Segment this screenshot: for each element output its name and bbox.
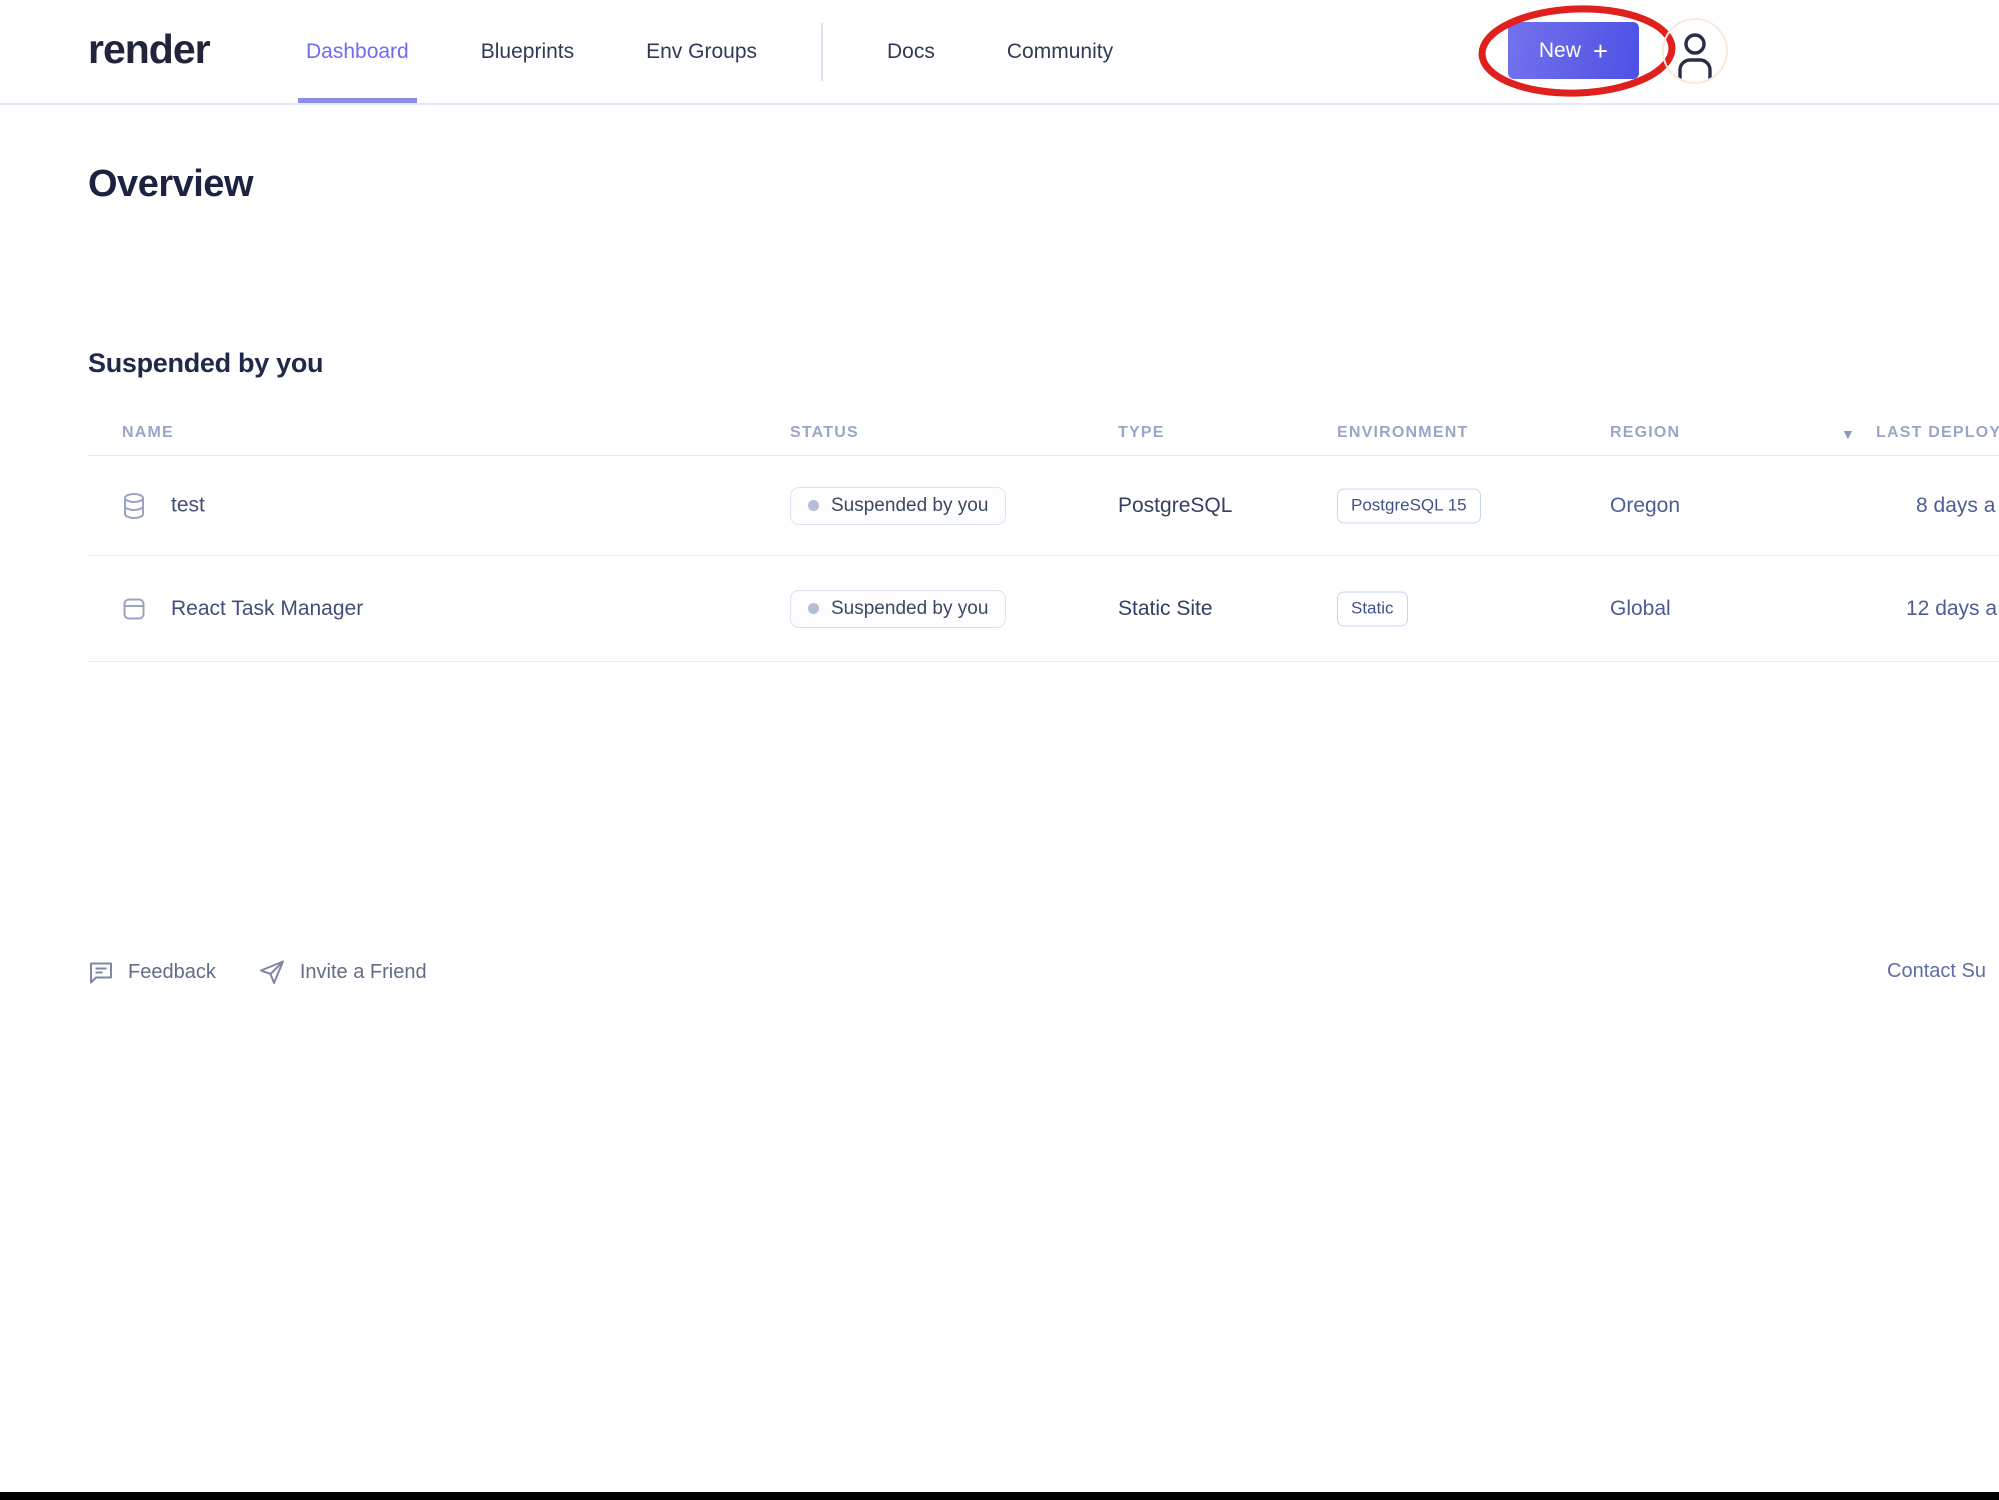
column-header-region: REGION xyxy=(1610,424,1680,442)
environment-badge: PostgreSQL 15 xyxy=(1337,488,1481,523)
status-badge: Suspended by you xyxy=(790,590,1006,628)
user-avatar[interactable] xyxy=(1662,18,1728,84)
column-header-status: STATUS xyxy=(790,424,859,442)
service-region: Global xyxy=(1610,597,1671,621)
nav-item-dashboard[interactable]: Dashboard xyxy=(298,0,417,103)
feedback-bubble-icon xyxy=(88,960,114,985)
column-header-last-deploy[interactable]: LAST DEPLOY xyxy=(1876,424,1999,442)
invite-label: Invite a Friend xyxy=(300,961,427,984)
feedback-label: Feedback xyxy=(128,961,216,984)
column-header-type: TYPE xyxy=(1118,424,1165,442)
new-button-label: New xyxy=(1539,39,1581,63)
main-nav: Dashboard Blueprints Env Groups Docs Com… xyxy=(298,0,1121,103)
plus-icon: + xyxy=(1593,38,1608,64)
environment-badge: Static xyxy=(1337,591,1408,626)
column-header-name: NAME xyxy=(122,424,174,442)
service-type: PostgreSQL xyxy=(1118,494,1232,518)
last-deploy: 12 days a xyxy=(1906,597,1997,621)
render-dashboard: render Dashboard Blueprints Env Groups D… xyxy=(0,0,1999,1500)
top-navbar: render Dashboard Blueprints Env Groups D… xyxy=(0,0,1999,105)
contact-support-link[interactable]: Contact Su xyxy=(1887,960,1986,983)
service-name[interactable]: test xyxy=(171,494,205,518)
table-row[interactable]: React Task Manager Suspended by you Stat… xyxy=(88,556,1999,662)
services-table: NAME STATUS TYPE ENVIRONMENT REGION ▼ LA… xyxy=(88,410,1999,662)
footer-links: Feedback Invite a Friend xyxy=(88,948,427,996)
service-type: Static Site xyxy=(1118,597,1213,621)
status-label: Suspended by you xyxy=(831,495,988,517)
section-title: Suspended by you xyxy=(88,348,323,379)
paper-plane-icon xyxy=(258,958,286,986)
status-dot-icon xyxy=(808,500,819,511)
service-region: Oregon xyxy=(1610,494,1680,518)
nav-item-blueprints[interactable]: Blueprints xyxy=(473,0,582,103)
status-label: Suspended by you xyxy=(831,598,988,620)
table-row[interactable]: test Suspended by you PostgreSQL Postgre… xyxy=(88,456,1999,556)
service-name[interactable]: React Task Manager xyxy=(171,597,363,621)
new-button[interactable]: New + xyxy=(1508,22,1639,79)
invite-friend-link[interactable]: Invite a Friend xyxy=(258,958,427,986)
nav-divider xyxy=(821,23,823,81)
nav-item-community[interactable]: Community xyxy=(999,0,1121,103)
status-dot-icon xyxy=(808,603,819,614)
nav-item-env-groups[interactable]: Env Groups xyxy=(638,0,765,103)
render-logo[interactable]: render xyxy=(88,26,210,73)
person-icon xyxy=(1673,30,1717,82)
window-bottom-edge xyxy=(0,1492,1999,1500)
static-site-icon xyxy=(122,597,146,621)
table-header-row: NAME STATUS TYPE ENVIRONMENT REGION ▼ LA… xyxy=(88,410,1999,456)
status-badge: Suspended by you xyxy=(790,487,1006,525)
column-header-environment: ENVIRONMENT xyxy=(1337,424,1468,442)
feedback-link[interactable]: Feedback xyxy=(88,960,216,985)
page-title: Overview xyxy=(88,163,253,206)
sort-descending-icon[interactable]: ▼ xyxy=(1841,426,1855,442)
nav-item-docs[interactable]: Docs xyxy=(879,0,943,103)
last-deploy: 8 days a xyxy=(1916,494,1995,518)
database-icon xyxy=(122,492,146,519)
